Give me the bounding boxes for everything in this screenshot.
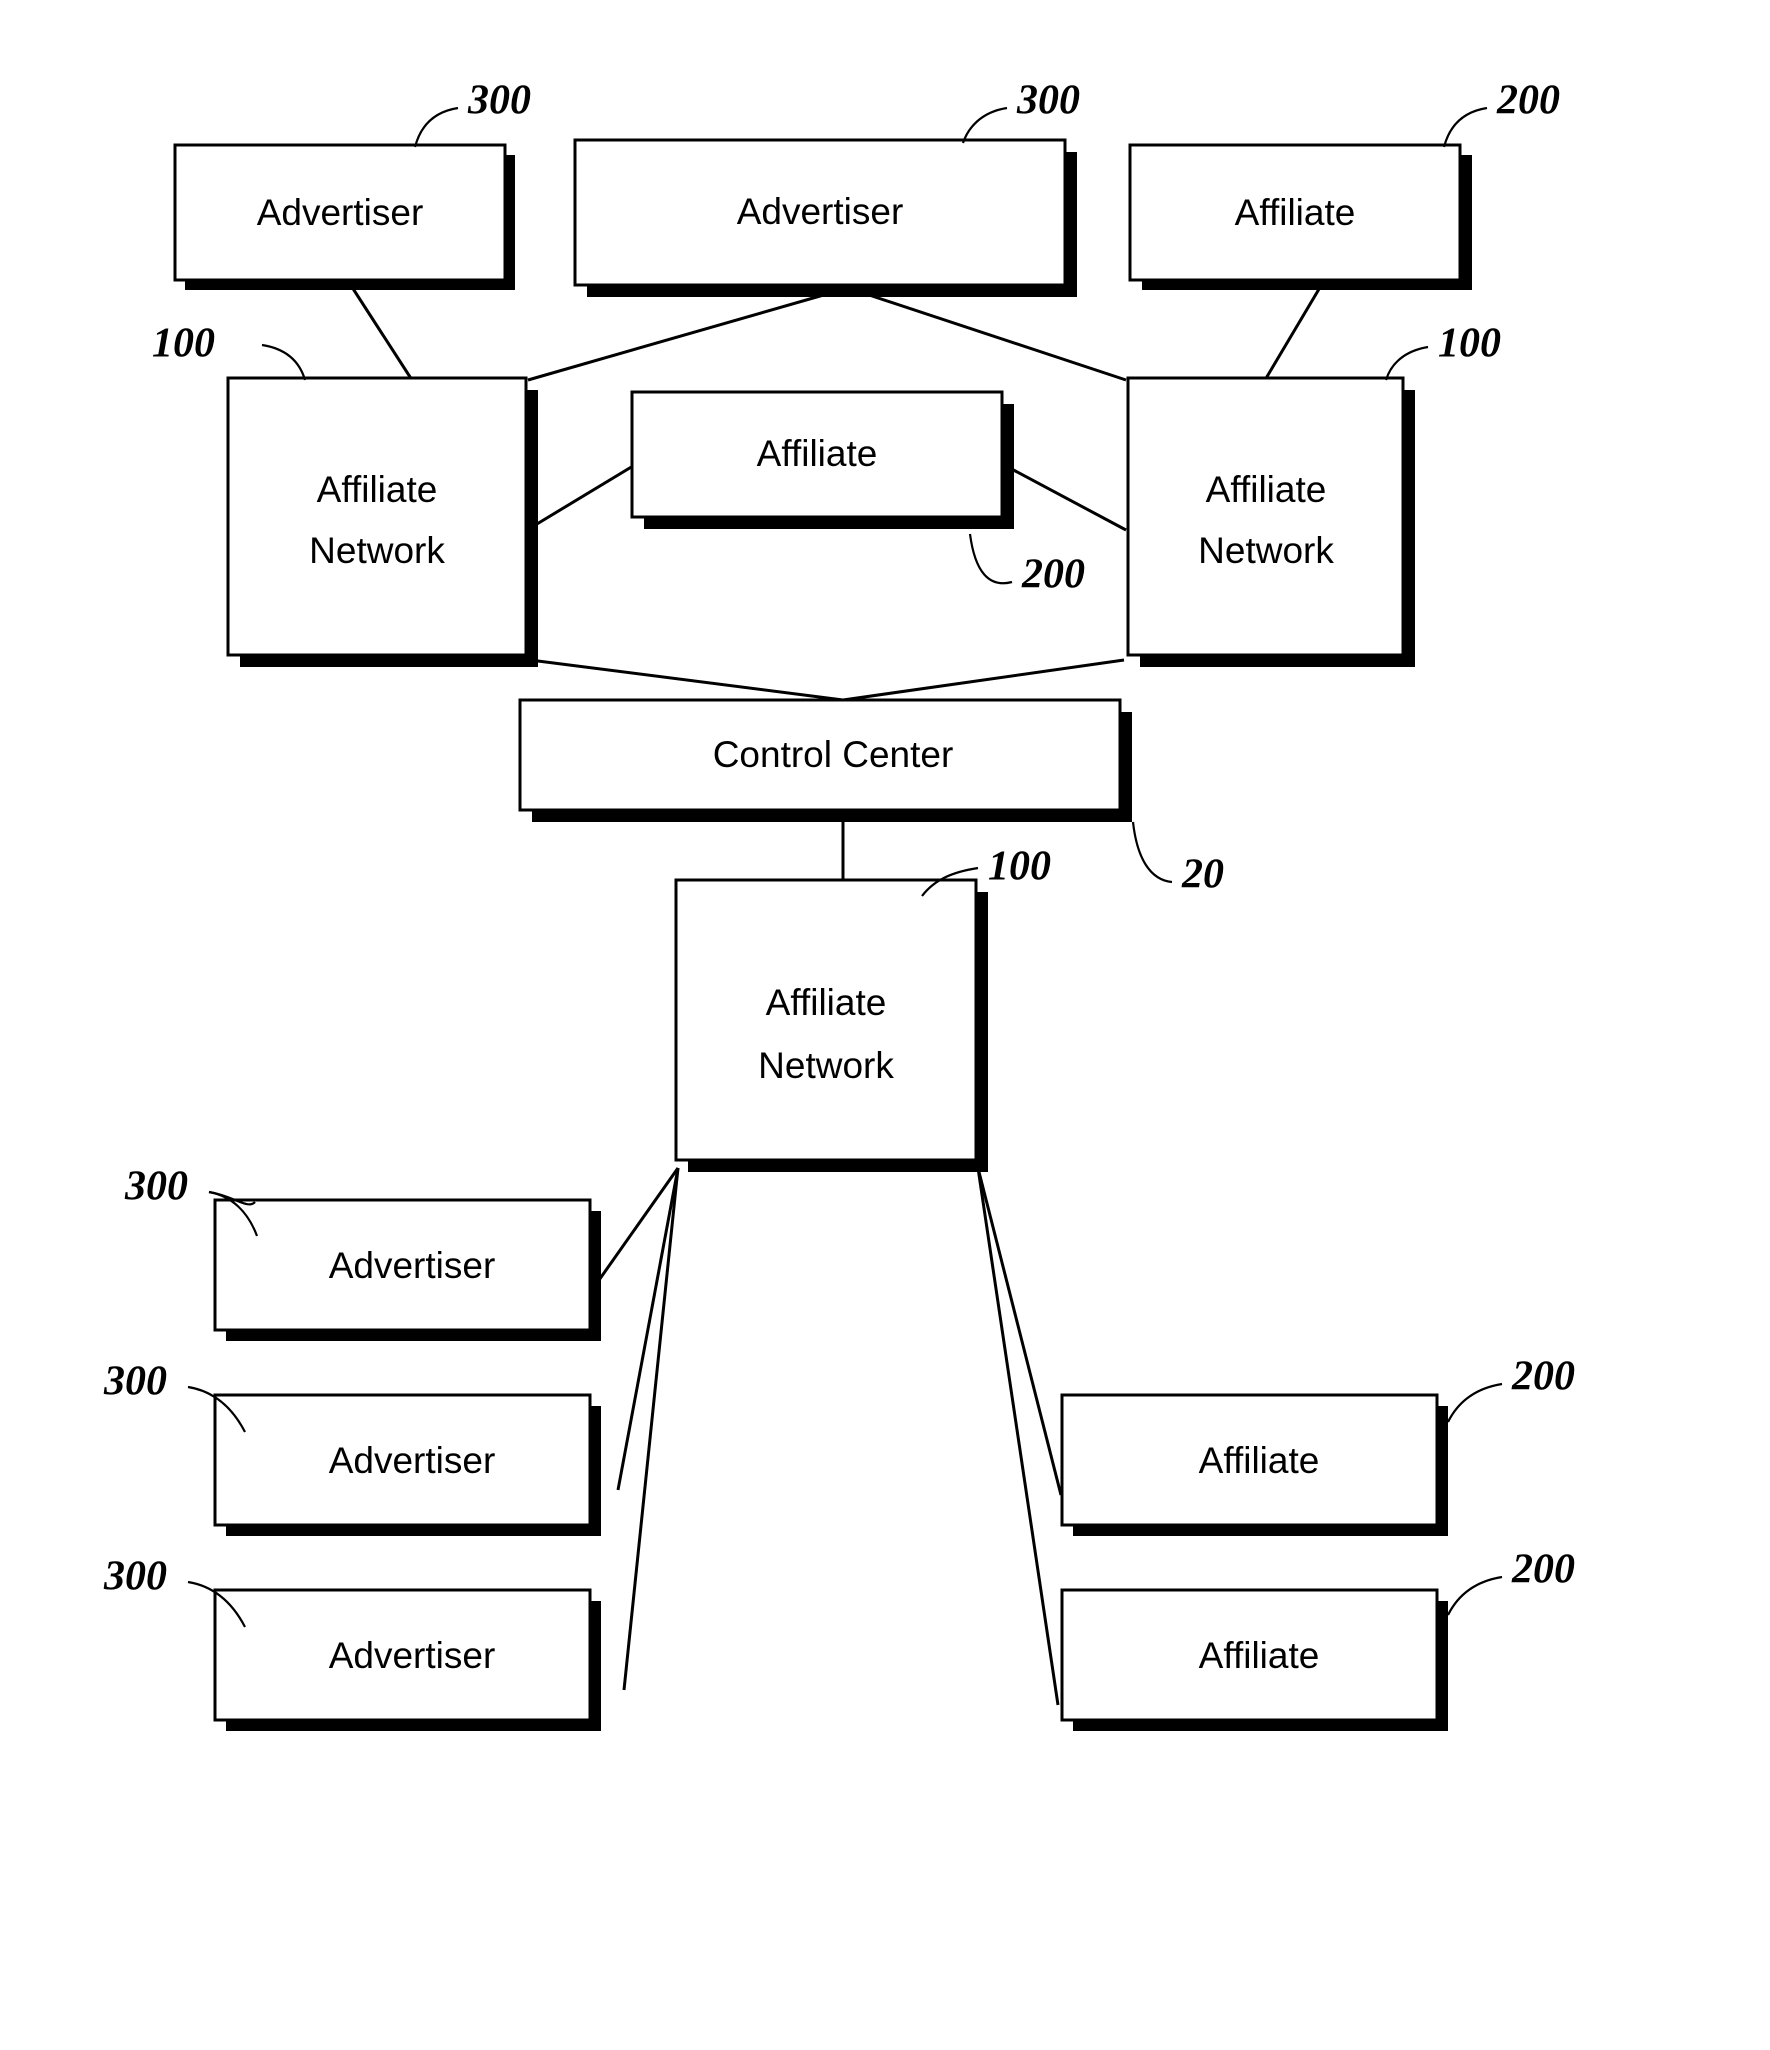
- box-label: Control Center: [713, 734, 954, 775]
- ref-numeral: 200: [1496, 78, 1560, 124]
- edge-affnet-right-to-aff-center: [1005, 464, 1127, 532]
- ref-numeral: 300: [1016, 78, 1080, 124]
- leader-line: [1131, 821, 1173, 884]
- diagram-boxes: Advertiser Advertiser Affiliate Affiliat…: [173, 138, 1472, 1731]
- ref-numeral: 300: [124, 1164, 188, 1210]
- edge-affnet-right-to-control-center: [842, 658, 1125, 702]
- leader-line: [1442, 106, 1488, 148]
- edge-adv-topcenter-to-affnet-right: [847, 286, 1127, 382]
- patent-figure: Advertiser Advertiser Affiliate Affiliat…: [0, 0, 1770, 2050]
- ref-numeral: 300: [103, 1359, 167, 1405]
- box-affiliate-bottom-2[interactable]: Affiliate: [1060, 1588, 1448, 1731]
- leader-line: [1447, 1575, 1503, 1616]
- ref-numeral: 200: [1511, 1547, 1575, 1593]
- box-advertiser-bottom-3[interactable]: Advertiser: [213, 1588, 601, 1731]
- edge-adv-topcenter-to-affnet-left: [527, 286, 849, 382]
- ref-numeral: 300: [467, 78, 531, 124]
- box-label: Affiliate: [1199, 1440, 1320, 1481]
- box-advertiser-bottom-2[interactable]: Advertiser: [213, 1393, 601, 1536]
- box-affiliate-network-left[interactable]: Affiliate Network: [226, 376, 538, 667]
- ref-numeral: 200: [1511, 1354, 1575, 1400]
- box-face: [226, 376, 528, 657]
- ref-numeral: 300: [103, 1554, 167, 1600]
- box-affiliate-center[interactable]: Affiliate: [630, 390, 1014, 529]
- edge-affnet-left-to-aff-center: [526, 464, 634, 532]
- box-advertiser-bottom-1[interactable]: Advertiser: [213, 1198, 601, 1341]
- box-control-center[interactable]: Control Center: [518, 698, 1132, 822]
- box-label: Advertiser: [329, 1440, 496, 1481]
- leader-line: [1384, 345, 1429, 381]
- box-label-line2: Network: [1198, 530, 1334, 571]
- edge-affnet-main-to-adv-bot-2: [616, 1167, 680, 1491]
- box-label: Advertiser: [737, 191, 904, 232]
- edge-affnet-left-to-control-center: [529, 658, 844, 702]
- edge-affnet-main-to-adv-bot-1: [590, 1167, 680, 1291]
- leader-line: [968, 533, 1013, 585]
- box-label-line2: Network: [758, 1045, 894, 1086]
- box-label: Affiliate: [1235, 192, 1356, 233]
- box-advertiser-top-left[interactable]: Advertiser: [173, 143, 515, 290]
- leader-line: [413, 106, 459, 148]
- ref-numeral: 200: [1021, 552, 1085, 598]
- leader-line: [961, 106, 1008, 144]
- box-label-line1: Affiliate: [317, 469, 438, 510]
- box-affiliate-bottom-1[interactable]: Affiliate: [1060, 1393, 1448, 1536]
- leader-line: [1447, 1382, 1503, 1423]
- box-label: Advertiser: [329, 1635, 496, 1676]
- edge-affnet-main-to-adv-bot-3: [622, 1167, 680, 1691]
- box-label: Affiliate: [1199, 1635, 1320, 1676]
- edge-adv-topleft-to-affnet-left: [348, 283, 414, 381]
- ref-numeral: 100: [152, 321, 215, 367]
- box-label-line1: Affiliate: [1206, 469, 1327, 510]
- ref-numeral: 20: [1181, 852, 1224, 898]
- box-label: Advertiser: [329, 1245, 496, 1286]
- diagram-canvas: Advertiser Advertiser Affiliate Affiliat…: [103, 78, 1575, 1731]
- box-affiliate-top-right[interactable]: Affiliate: [1128, 143, 1472, 290]
- box-label: Affiliate: [757, 433, 878, 474]
- ref-numeral: 100: [1438, 321, 1501, 367]
- box-advertiser-top-center[interactable]: Advertiser: [573, 138, 1077, 297]
- leader-line: [261, 343, 307, 381]
- box-affiliate-network-main[interactable]: Affiliate Network: [674, 878, 988, 1172]
- box-label-line2: Network: [309, 530, 445, 571]
- ref-numeral: 100: [988, 844, 1051, 890]
- edge-aff-topright-to-affnet-right: [1263, 283, 1324, 381]
- box-affiliate-network-right[interactable]: Affiliate Network: [1126, 376, 1415, 667]
- box-label-line1: Affiliate: [766, 982, 887, 1023]
- box-label: Advertiser: [257, 192, 424, 233]
- box-face: [1126, 376, 1405, 657]
